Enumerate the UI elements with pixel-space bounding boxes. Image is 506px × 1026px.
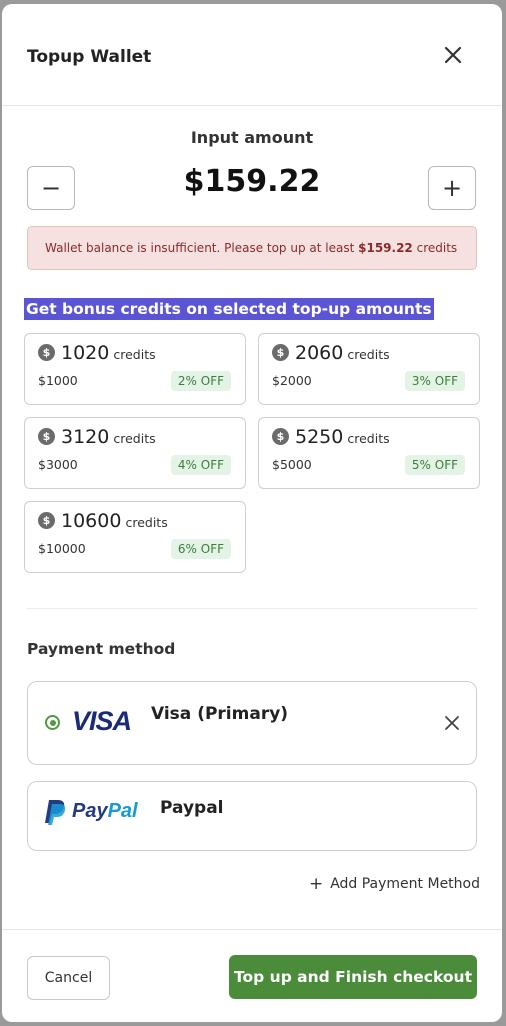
coin-icon: $ [272,428,289,445]
topup-wallet-modal: Topup Wallet Input amount − $159.22 + Wa… [2,4,502,1022]
remove-payment-button[interactable] [443,714,461,732]
credits-value: 2060 [295,342,344,364]
bonus-option-5250[interactable]: $ 5250 credits $5000 5% OFF [258,417,480,489]
credits-amount: 3120 credits [61,426,156,448]
coin-icon: $ [272,344,289,361]
close-button[interactable] [442,44,464,66]
discount-badge: 5% OFF [404,455,465,475]
payment-method-title: Payment method [27,640,176,658]
credits-amount: 2060 credits [295,342,390,364]
credits-word: credits [125,515,168,530]
credits-word: credits [347,431,390,446]
credits-value: 1020 [61,342,110,364]
option-price: $1000 [38,373,78,388]
modal-footer: Cancel Top up and Finish checkout [2,929,502,1022]
add-payment-method-link[interactable]: + Add Payment Method [309,874,480,894]
credits-value: 10600 [61,510,122,532]
bonus-option-3120[interactable]: $ 3120 credits $3000 4% OFF [24,417,246,489]
payment-method-name: Visa (Primary) [151,704,289,724]
bonus-heading: Get bonus credits on selected top-up amo… [24,298,434,320]
alert-text-after: credits [412,241,458,255]
option-price: $3000 [38,457,78,472]
coin-icon: $ [38,344,55,361]
alert-amount: $159.22 [358,241,413,255]
credits-amount: 1020 credits [61,342,156,364]
alert-text-before: Wallet balance is insufficient. Please t… [45,241,359,255]
credits-value: 3120 [61,426,110,448]
close-icon [445,716,459,730]
discount-badge: 6% OFF [170,539,231,559]
payment-method-visa[interactable]: VISA Visa (Primary) [27,681,477,765]
option-price: $5000 [272,457,312,472]
amount-value[interactable]: $159.22 [2,164,502,199]
credits-value: 5250 [295,426,344,448]
section-divider [27,608,477,609]
cancel-button[interactable]: Cancel [27,956,110,1000]
selected-radio-icon[interactable] [45,715,60,730]
modal-title: Topup Wallet [27,47,152,67]
bonus-option-10600[interactable]: $ 10600 credits $10000 6% OFF [24,501,246,573]
coin-icon: $ [38,428,55,445]
input-amount-label: Input amount [190,128,314,147]
increment-button[interactable]: + [428,166,476,210]
credits-amount: 10600 credits [61,510,168,532]
paypal-logo-pay: Pay [72,800,108,822]
visa-logo: VISA [72,706,132,736]
credits-word: credits [113,431,156,446]
credits-amount: 5250 credits [295,426,390,448]
payment-method-paypal[interactable]: PayPal Paypal [27,781,477,851]
credits-word: credits [113,347,156,362]
credits-word: credits [347,347,390,362]
topup-finish-checkout-button[interactable]: Top up and Finish checkout [229,955,477,999]
plus-icon: + [308,874,324,894]
coin-icon: $ [38,512,55,529]
paypal-logo: PayPal [72,800,138,823]
paypal-logo-pal: Pal [107,800,138,822]
bonus-option-1020[interactable]: $ 1020 credits $1000 2% OFF [24,333,246,405]
insufficient-balance-alert: Wallet balance is insufficient. Please t… [27,226,477,270]
discount-badge: 3% OFF [404,371,465,391]
payment-method-name: Paypal [160,798,224,818]
alert-text: Wallet balance is insufficient. Please t… [45,241,457,255]
bonus-option-2060[interactable]: $ 2060 credits $2000 3% OFF [258,333,480,405]
discount-badge: 2% OFF [170,371,231,391]
paypal-p-icon [45,800,66,825]
option-price: $10000 [38,541,86,556]
option-price: $2000 [272,373,312,388]
discount-badge: 4% OFF [170,455,231,475]
modal-header: Topup Wallet [2,4,502,106]
close-icon [444,46,462,64]
add-payment-method-label: Add Payment Method [330,876,480,892]
